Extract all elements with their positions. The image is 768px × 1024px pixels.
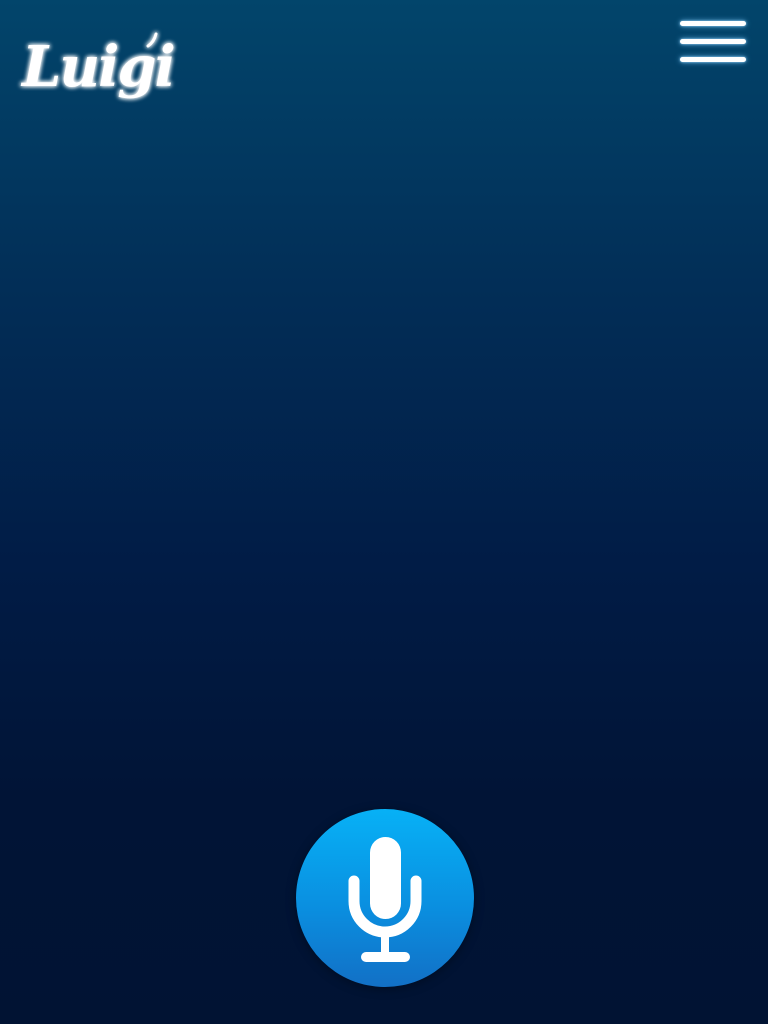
microphone-button[interactable] <box>296 809 474 987</box>
menu-line <box>680 21 746 26</box>
conversation-area <box>0 120 768 780</box>
menu-line <box>680 57 746 62</box>
app-logo: Luigi <box>20 16 176 106</box>
app-header: Luigi <box>0 0 768 120</box>
menu-line <box>680 39 746 44</box>
microphone-icon <box>348 837 422 962</box>
menu-button[interactable] <box>676 18 750 68</box>
logo-graphic: Luigi <box>20 32 176 100</box>
